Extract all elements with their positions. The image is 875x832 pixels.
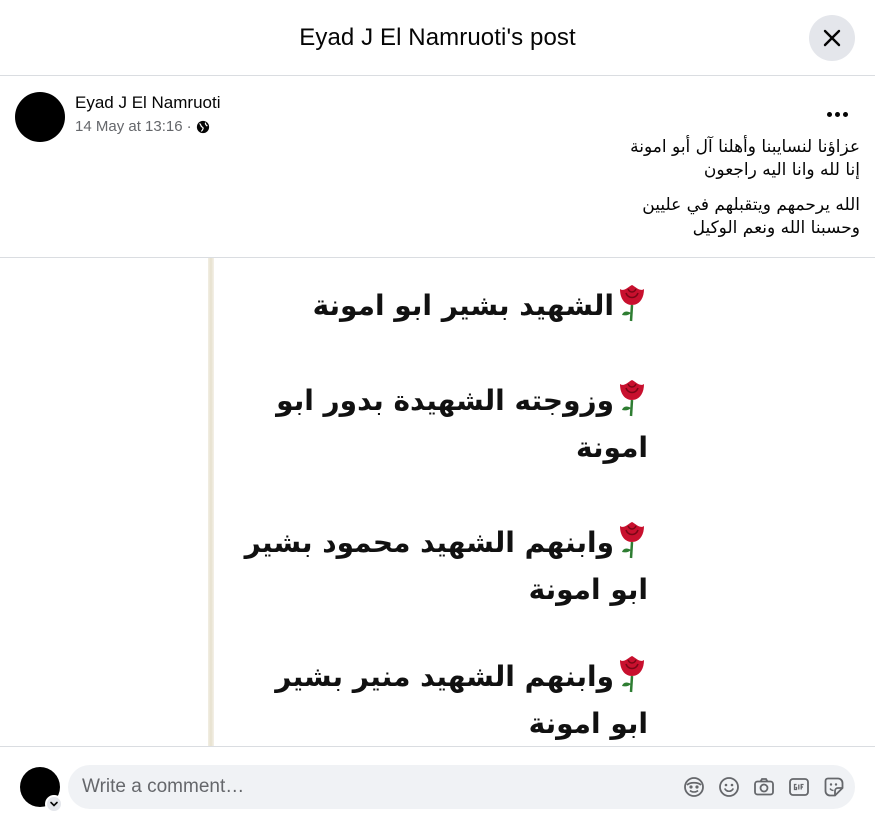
emoji-icon (719, 777, 739, 797)
camera-button[interactable] (753, 776, 775, 798)
chevron-down-icon (50, 801, 58, 807)
post-header: Eyad J El Namruoti 14 May at 13:16 · عزا… (0, 76, 875, 258)
rose-icon (620, 285, 644, 322)
rose-icon (620, 656, 644, 693)
dialog-header: Eyad J El Namruoti's post (0, 0, 875, 76)
post-text: عزاؤنا لنسايبنا وأهلنا آل أبو امونة إنا … (260, 136, 860, 252)
dialog-title: Eyad J El Namruoti's post (299, 23, 576, 51)
post-text-line: وحسبنا الله ونعم الوكيل (692, 218, 860, 238)
meta-separator: · (186, 118, 192, 135)
more-icon-dot (834, 111, 840, 117)
camera-icon (754, 778, 774, 796)
sticker-button[interactable] (823, 776, 845, 798)
image-text-content: وابنهم الشهيد منير بشير ابو امونة (275, 660, 648, 740)
close-button[interactable] (809, 15, 855, 61)
image-text-line: وابنهم الشهيد منير بشير ابو امونة (228, 653, 648, 746)
comment-tools (683, 776, 845, 798)
close-icon (823, 29, 841, 47)
post-text-line: عزاؤنا لنسايبنا وأهلنا آل أبو امونة (630, 137, 860, 157)
image-text-line: الشهيد بشير ابو امونة (228, 282, 648, 329)
post-text-line: إنا لله وانا اليه راجعون (703, 160, 860, 180)
gif-button[interactable] (788, 776, 810, 798)
post-meta: 14 May at 13:16 · (75, 118, 210, 135)
post-timestamp[interactable]: 14 May at 13:16 (75, 118, 183, 135)
comment-bar (0, 746, 875, 832)
sticker-icon (824, 777, 844, 797)
image-text-content: وزوجته الشهيدة بدور ابو امونة (276, 384, 648, 464)
image-text-line: وزوجته الشهيدة بدور ابو امونة (228, 377, 648, 471)
profile-switch-button[interactable] (45, 795, 63, 813)
avatar-sticker-icon (684, 777, 704, 797)
image-text: الشهيد بشير ابو امونة وزوجته الشهيدة بدو… (228, 282, 648, 746)
avatar-sticker-button[interactable] (683, 776, 705, 798)
author-avatar[interactable] (15, 92, 65, 142)
more-icon-dot (842, 111, 848, 117)
image-paper-edge (208, 258, 214, 746)
rose-icon (620, 380, 644, 417)
more-options-button[interactable] (824, 104, 850, 124)
image-text-line: وابنهم الشهيد محمود بشير ابو امونة (228, 519, 648, 613)
gif-icon (789, 778, 809, 796)
comment-box[interactable] (68, 765, 855, 809)
globe-icon[interactable] (196, 120, 210, 134)
image-text-content: الشهيد بشير ابو امونة (312, 289, 614, 322)
author-name[interactable]: Eyad J El Namruoti (75, 93, 221, 113)
emoji-button[interactable] (718, 776, 740, 798)
comment-input[interactable] (68, 765, 648, 809)
post-image[interactable]: الشهيد بشير ابو امونة وزوجته الشهيدة بدو… (0, 258, 875, 746)
post-text-line: الله يرحمهم ويتقبلهم في عليين (642, 195, 860, 215)
image-text-content: وابنهم الشهيد محمود بشير ابو امونة (244, 526, 648, 606)
rose-icon (620, 522, 644, 559)
more-icon-dot (826, 111, 832, 117)
